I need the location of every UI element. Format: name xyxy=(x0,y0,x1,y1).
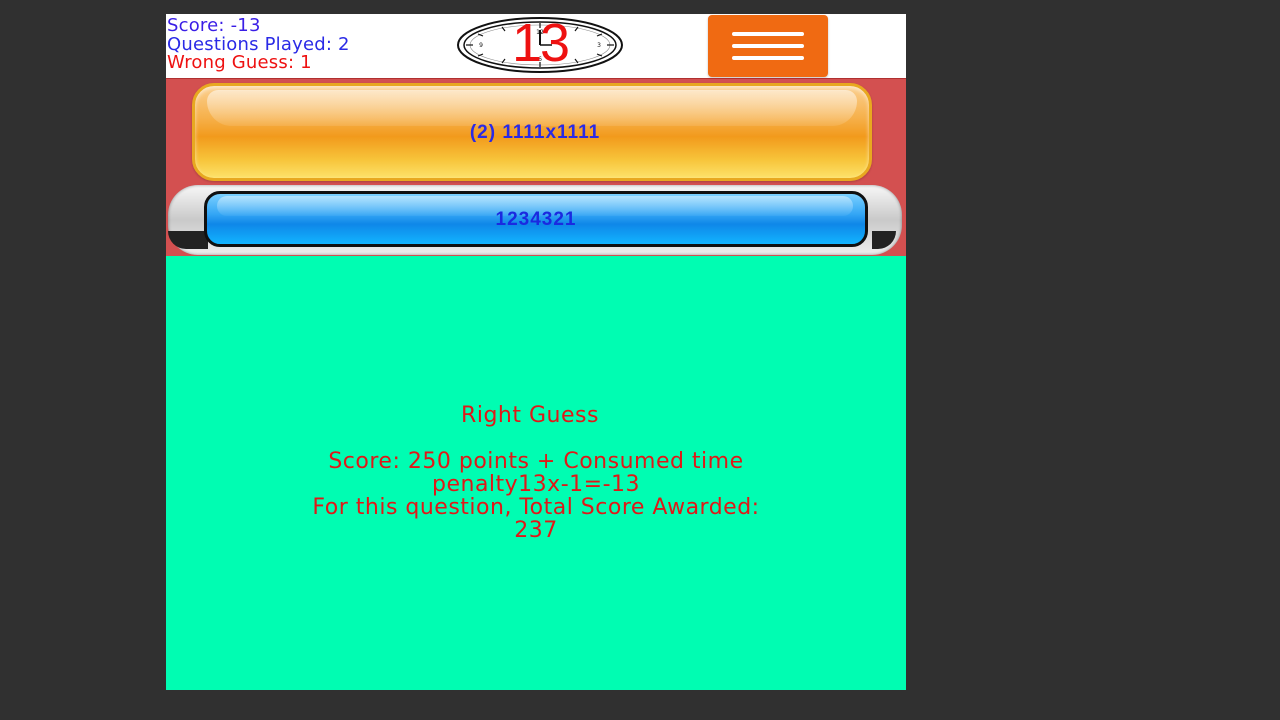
result-message: Score: 250 points + Consumed time penalt… xyxy=(186,450,886,542)
result-line-score: Score: 250 points + Consumed time xyxy=(328,449,744,474)
menu-bar-top xyxy=(732,32,804,36)
question-panel: (2) 1111x1111 1234321 xyxy=(166,78,906,257)
wrong-guess-label: Wrong Guess: 1 xyxy=(167,52,312,73)
result-title: Right Guess xyxy=(461,403,599,428)
result-line-total-label: For this question, Total Score Awarded: xyxy=(312,495,760,520)
question-text: (2) 1111x1111 xyxy=(469,122,601,143)
question-button[interactable]: (2) 1111x1111 xyxy=(192,83,872,181)
answer-frame-shadow-left xyxy=(168,231,208,249)
menu-button[interactable] xyxy=(708,15,828,77)
score-label: Score: -13 xyxy=(167,15,261,36)
menu-bar-bottom xyxy=(732,56,804,60)
answer-text: 1234321 xyxy=(495,209,577,230)
result-line-total-value: 237 xyxy=(514,518,558,543)
answer-frame: 1234321 xyxy=(168,185,902,255)
answer-button[interactable]: 1234321 xyxy=(204,191,868,247)
timer: 12 6 9 3 13 xyxy=(456,14,624,74)
game-screen: Score: -13 Questions Played: 2 Wrong Gue… xyxy=(166,14,906,690)
game-header: Score: -13 Questions Played: 2 Wrong Gue… xyxy=(166,14,906,78)
menu-bar-middle xyxy=(732,44,804,48)
answer-frame-shadow-right xyxy=(872,231,896,249)
result-line-penalty: penalty13x-1=-13 xyxy=(432,472,640,497)
timer-value: 13 xyxy=(511,14,570,73)
result-panel: Right Guess Score: 250 points + Consumed… xyxy=(166,256,906,690)
question-button-gloss xyxy=(207,90,857,126)
